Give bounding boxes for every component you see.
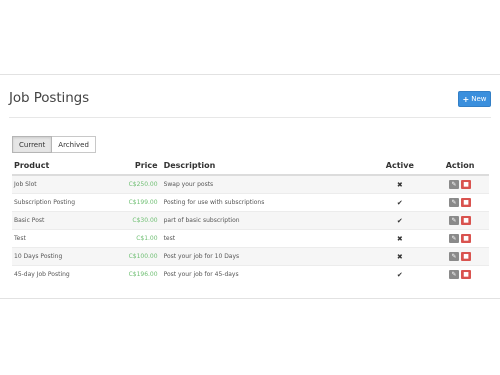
new-button[interactable]: + New (458, 91, 491, 107)
edit-button[interactable]: ✎ (449, 216, 460, 225)
tab-archived[interactable]: Archived (52, 136, 96, 153)
table-row: Basic Post C$30.00 part of basic subscri… (12, 211, 489, 230)
page-title: Job Postings (9, 90, 90, 106)
delete-button[interactable]: ■ (461, 198, 472, 207)
column-header-description: Description (161, 157, 369, 176)
active-check-icon: ✔ (396, 216, 403, 225)
price-cell: C$1.00 (116, 229, 162, 248)
title-divider (9, 117, 491, 118)
new-button-label: New (471, 95, 487, 103)
job-postings-table: Product Price Description Active Action … (12, 157, 489, 283)
top-divider (0, 74, 500, 75)
table-row: 10 Days Posting C$100.00 Post your job f… (12, 247, 489, 266)
price-cell: C$100.00 (116, 247, 162, 266)
column-header-action: Action (431, 157, 489, 176)
product-cell: Basic Post (12, 211, 117, 230)
trash-icon: ■ (463, 217, 469, 224)
price-cell: C$250.00 (116, 174, 162, 194)
tab-current[interactable]: Current (12, 136, 53, 153)
pencil-icon: ✎ (451, 235, 457, 242)
delete-button[interactable]: ■ (461, 270, 472, 279)
pencil-icon: ✎ (451, 217, 457, 224)
price-cell: C$196.00 (116, 265, 162, 283)
product-cell: Subscription Posting (12, 193, 117, 212)
trash-icon: ■ (463, 181, 469, 188)
table-row: Test C$1.00 test ✖ ✎ ■ (12, 229, 489, 248)
pencil-icon: ✎ (451, 271, 457, 278)
delete-button[interactable]: ■ (461, 216, 472, 225)
delete-button[interactable]: ■ (461, 252, 472, 261)
pencil-icon: ✎ (451, 199, 457, 206)
trash-icon: ■ (463, 271, 469, 278)
description-cell: test (161, 229, 369, 248)
edit-button[interactable]: ✎ (449, 270, 460, 279)
table-header-row: Product Price Description Active Action (12, 157, 489, 176)
trash-icon: ■ (463, 235, 469, 242)
trash-icon: ■ (463, 199, 469, 206)
product-cell: Job Slot (12, 174, 117, 194)
price-cell: C$199.00 (116, 193, 162, 212)
product-cell: 45-day Job Posting (12, 265, 117, 283)
pencil-icon: ✎ (451, 181, 457, 188)
inactive-icon: ✖ (396, 234, 403, 243)
table-row: Subscription Posting C$199.00 Posting fo… (12, 193, 489, 212)
active-check-icon: ✔ (396, 198, 403, 207)
description-cell: Posting for use with subscriptions (161, 193, 369, 212)
pencil-icon: ✎ (451, 253, 457, 260)
description-cell: part of basic subscription (161, 211, 369, 230)
description-cell: Post your job for 45-days (161, 265, 369, 283)
column-header-price: Price (116, 157, 162, 176)
description-cell: Swap your posts (161, 174, 369, 194)
table-row: Job Slot C$250.00 Swap your posts ✖ ✎ ■ (12, 174, 489, 194)
edit-button[interactable]: ✎ (449, 198, 460, 207)
edit-button[interactable]: ✎ (449, 234, 460, 243)
product-cell: Test (12, 229, 117, 248)
trash-icon: ■ (463, 253, 469, 260)
bottom-divider (0, 298, 500, 299)
plus-icon: + (462, 94, 470, 104)
price-cell: C$30.00 (116, 211, 162, 230)
active-check-icon: ✔ (396, 270, 403, 279)
column-header-active: Active (368, 157, 432, 176)
inactive-icon: ✖ (396, 180, 403, 189)
tab-group: Current Archived (12, 136, 96, 153)
column-header-product: Product (12, 157, 117, 176)
inactive-icon: ✖ (396, 252, 403, 261)
edit-button[interactable]: ✎ (449, 252, 460, 261)
delete-button[interactable]: ■ (461, 234, 472, 243)
description-cell: Post your job for 10 Days (161, 247, 369, 266)
delete-button[interactable]: ■ (461, 180, 472, 189)
edit-button[interactable]: ✎ (449, 180, 460, 189)
table-row: 45-day Job Posting C$196.00 Post your jo… (12, 265, 489, 283)
product-cell: 10 Days Posting (12, 247, 117, 266)
